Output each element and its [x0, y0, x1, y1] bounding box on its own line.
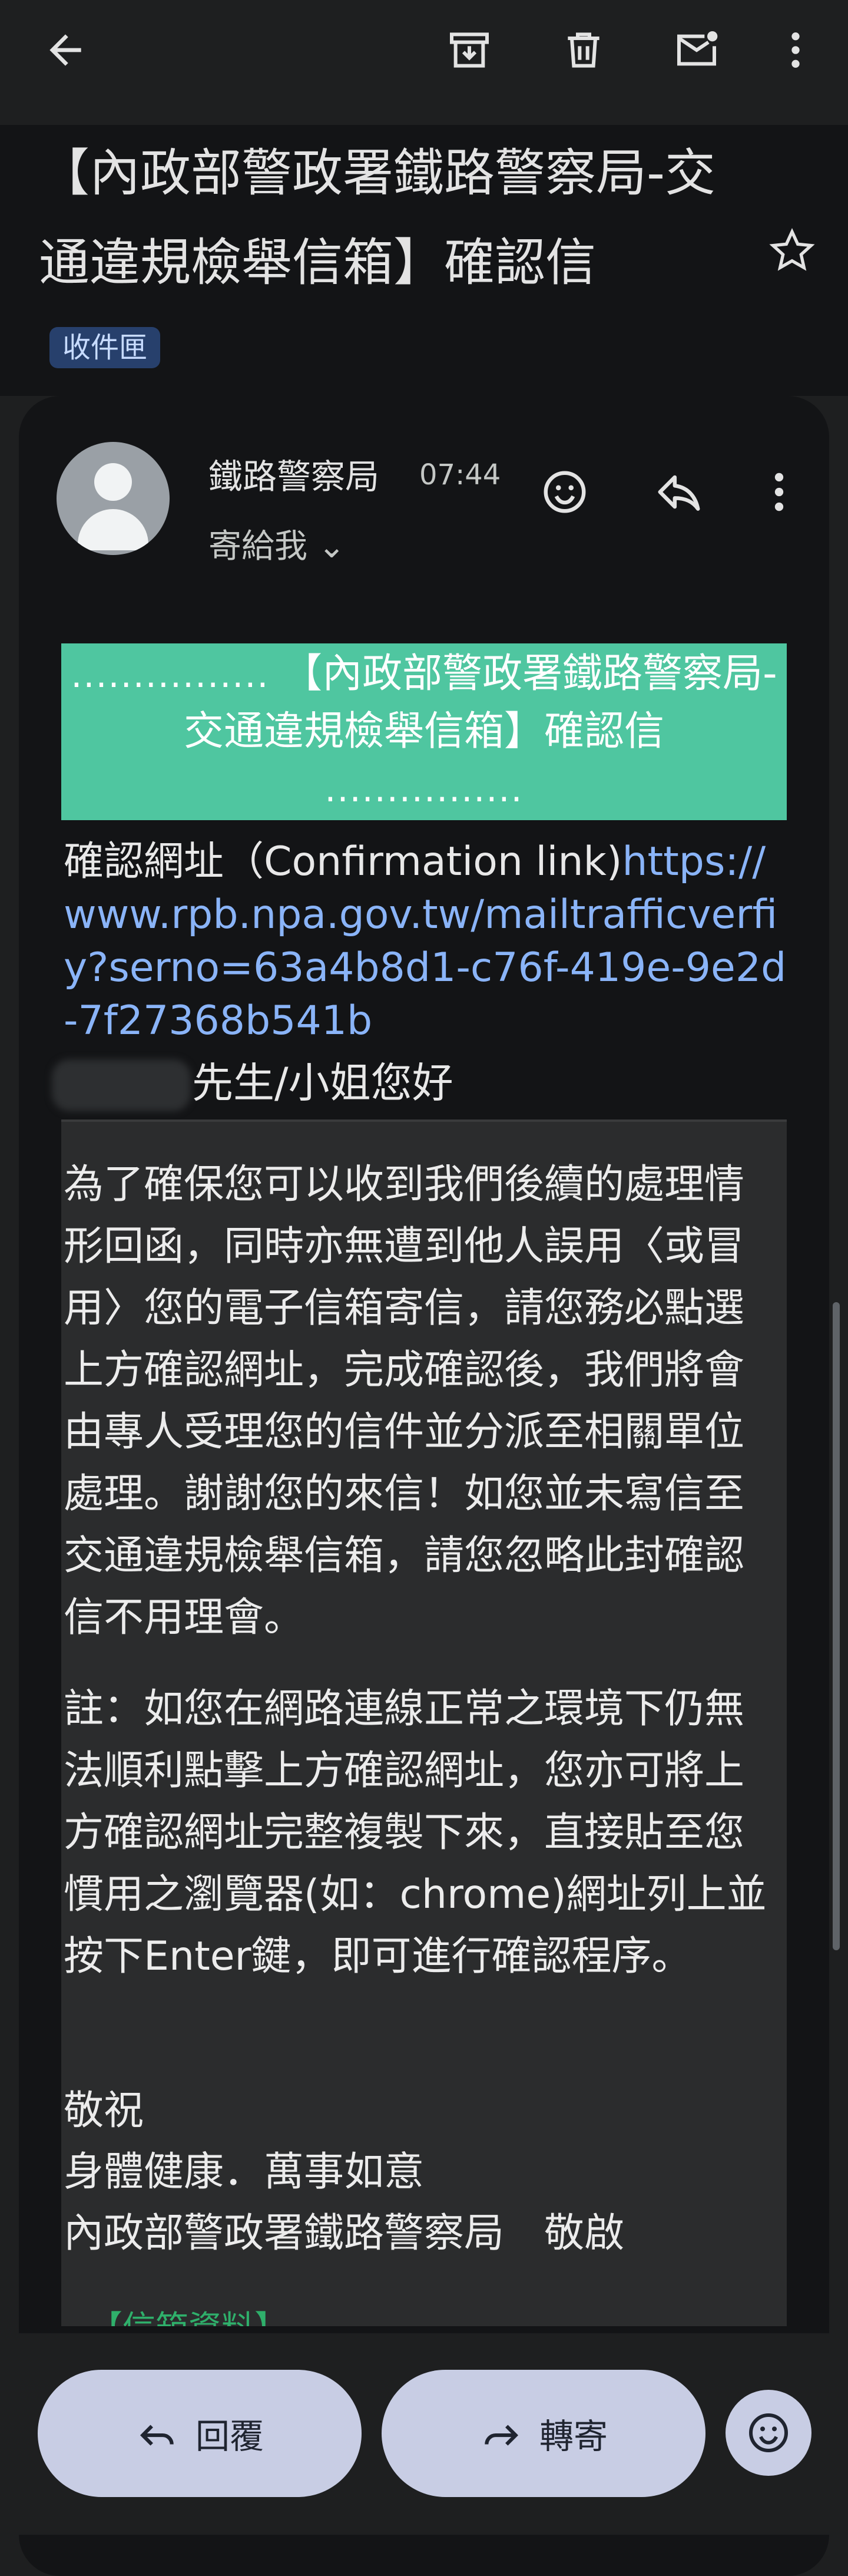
banner-dots-bottom: ................ — [324, 769, 524, 810]
confirmation-block: 確認網址（Confirmation link)https://www.rpb.n… — [64, 835, 794, 1048]
inbox-label-chip[interactable]: 收件匣 — [49, 326, 161, 368]
more-vert-icon[interactable] — [763, 18, 828, 82]
forward-button[interactable]: 轉寄 — [382, 2370, 705, 2497]
greeting: 先生/小姐您好 — [192, 1059, 453, 1107]
forward-arrow-icon — [485, 2425, 519, 2446]
signoff: 敬祝 身體健康．萬事如意 內政部警政署鐵路警察局 敬啟 — [64, 2080, 782, 2264]
banner-dots-left: ................ — [71, 655, 270, 696]
reply-button[interactable]: 回覆 — [38, 2370, 362, 2497]
sender-name: 鐵路警察局 — [208, 457, 380, 497]
signoff-line-2: 身體健康．萬事如意 — [64, 2149, 425, 2195]
signoff-line-1: 敬祝 — [64, 2088, 144, 2134]
sender-avatar[interactable] — [57, 442, 170, 555]
star-icon[interactable] — [760, 218, 824, 283]
mail-unread-icon[interactable] — [664, 18, 729, 82]
confirmation-label: 確認網址（Confirmation link) — [64, 838, 622, 885]
recipient-toggle[interactable]: 寄給我 ⌄ — [208, 520, 346, 567]
message-body: 為了確保您可以收到我們後續的處理情形回函，同時亦無遭到他人誤用〈或冒用〉您的電子… — [64, 1154, 782, 2017]
email-subject: 【內政部警政署鐵路警察局-交通違規檢舉信箱】確認信收件匣 — [39, 128, 716, 397]
email-banner: ................ 【內政部警政署鐵路警察局-交通違規檢舉信箱】確… — [61, 643, 787, 820]
footer-section-peek: 【信箱資料】 — [61, 2297, 787, 2326]
reply-arrow-icon — [140, 2425, 174, 2446]
body-paragraph-2: 註：如您在網路連線正常之環境下仍無法順利點擊上方確認網址，您亦可將上方確認網址完… — [64, 1686, 767, 1980]
top-app-bar — [0, 0, 848, 125]
emoji-reaction-button[interactable] — [726, 2390, 811, 2476]
banner-title: 【內政部警政署鐵路警察局-交通違規檢舉信箱】確認信 — [183, 650, 777, 755]
redacted-name — [52, 1059, 191, 1111]
smiley-icon — [749, 2413, 788, 2452]
footer-section-title: 【信箱資料】 — [90, 2301, 287, 2326]
sent-time: 07:44 — [419, 458, 501, 491]
reply-icon[interactable] — [647, 460, 711, 524]
reply-button-label: 回覆 — [195, 2416, 264, 2456]
body-paragraph-1: 為了確保您可以收到我們後續的處理情形回函，同時亦無遭到他人誤用〈或冒用〉您的電子… — [64, 1161, 745, 1641]
back-arrow-icon[interactable] — [33, 18, 98, 82]
archive-icon[interactable] — [437, 18, 502, 82]
trash-icon[interactable] — [551, 18, 616, 82]
subject-text: 【內政部警政署鐵路警察局-交通違規檢舉信箱】確認信 — [39, 144, 716, 292]
scrollbar[interactable] — [833, 1302, 840, 1950]
signoff-line-3: 內政部警政署鐵路警察局 敬啟 — [64, 2210, 625, 2257]
message-more-icon[interactable] — [747, 460, 811, 524]
emoji-react-icon[interactable] — [532, 460, 597, 524]
forward-button-label: 轉寄 — [539, 2416, 608, 2456]
